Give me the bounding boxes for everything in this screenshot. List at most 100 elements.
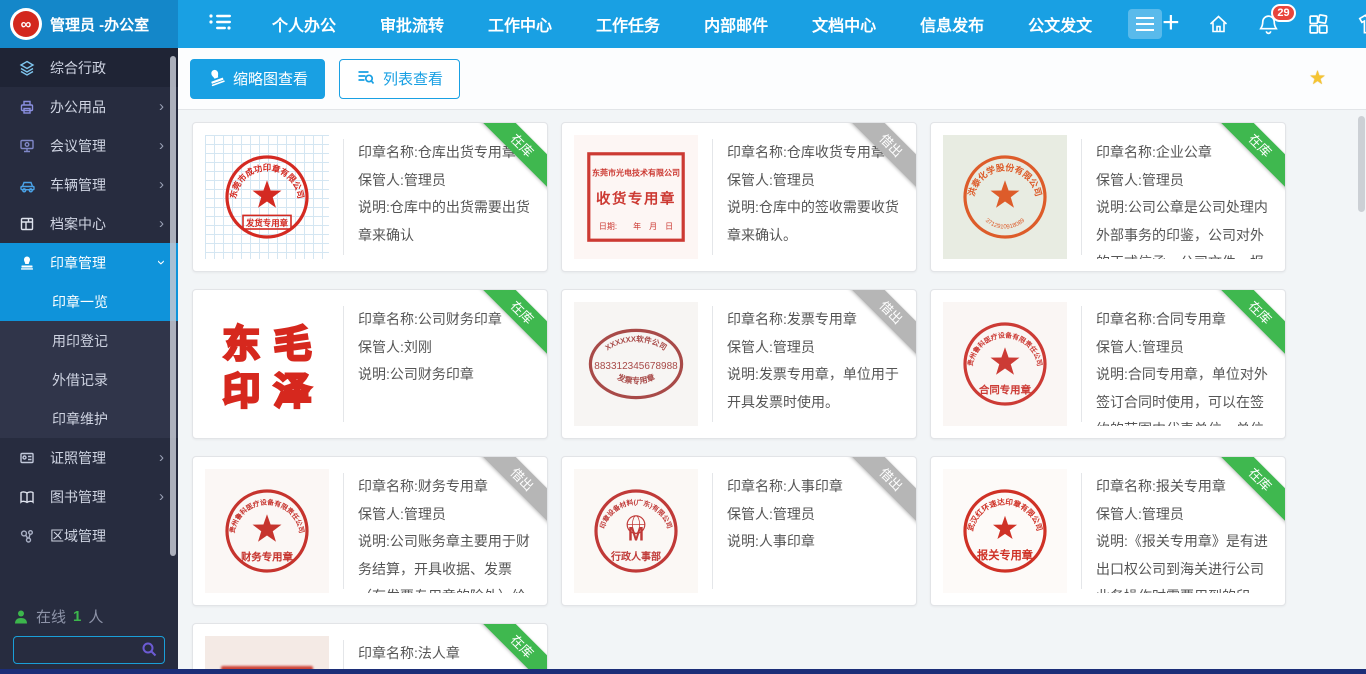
seal-card[interactable]: 印章设备材料(广东)有限公司 M 行政人事部 印章名称:人事印章 保管人:管理员… (561, 456, 917, 606)
apps-grid-icon[interactable] (1307, 13, 1330, 36)
seal-image: 武汉红环速达印章有限公司 报关专用章 (943, 469, 1067, 593)
svg-text:发票专用章: 发票专用章 (615, 371, 656, 385)
sidebar-subitem-lending-records[interactable]: 外借记录 (0, 360, 178, 399)
user-label: 管理员 -办公室 (50, 14, 149, 35)
printer-icon (18, 99, 36, 115)
seal-desc: 说明:《报关专用章》是有进出口权公司到海关进行公司业务操作时需要用到的印章，报关… (1096, 528, 1273, 593)
chevron-right-icon: › (159, 216, 164, 231)
sidebar-item-library[interactable]: 图书管理 › (0, 477, 178, 516)
chevron-right-icon: › (159, 450, 164, 465)
seal-desc: 说明:发票专用章，单位用于开具发票时使用。 (727, 361, 904, 416)
add-icon[interactable]: + (1162, 8, 1180, 38)
seal-keeper: 保管人:管理员 (727, 501, 904, 529)
nav-item-official-doc[interactable]: 公文发文 (1028, 12, 1092, 36)
seal-desc: 说明:合同专用章，单位对外签订合同时使用，可以在签约的范围内代表单位，单位需承受… (1096, 361, 1273, 426)
seal-card[interactable]: 贵州鲁科医疗设备有限责任公司 财务专用章 印章名称:财务专用章 保管人:管理员 … (192, 456, 548, 606)
sidebar-item-general-admin[interactable]: 综合行政 (0, 48, 178, 87)
car-icon (18, 177, 36, 193)
stamp-icon (18, 255, 36, 271)
divider (343, 139, 344, 255)
seal-card[interactable]: XXXXXX软件公司 883312345678988 发票专用章 印章名称:发票… (561, 289, 917, 439)
sidebar-item-office-supplies[interactable]: 办公用品 › (0, 87, 178, 126)
svg-text:发货专用章: 发货专用章 (245, 218, 289, 228)
svg-text:东莞市光电技术有限公司: 东莞市光电技术有限公司 (592, 167, 680, 177)
seal-image: 贵州鲁科医疗设备有限责任公司 合同专用章 (943, 302, 1067, 426)
chevron-right-icon: › (159, 99, 164, 114)
thumbnail-view-label: 缩略图查看 (233, 68, 308, 89)
home-icon[interactable] (1207, 13, 1230, 35)
layers-icon (18, 60, 36, 76)
seal-keeper: 保管人:管理员 (1096, 167, 1273, 195)
logo: ∞ (10, 8, 42, 40)
seal-keeper: 保管人:刘刚 (358, 334, 535, 362)
svg-text:883312345678988: 883312345678988 (594, 361, 678, 372)
sidebar-item-seal-management[interactable]: 印章管理 › (0, 243, 178, 282)
chevron-right-icon: › (159, 489, 164, 504)
nav-item-tasks[interactable]: 工作任务 (596, 12, 660, 36)
brand-area: ∞ 管理员 -办公室 (0, 0, 178, 48)
nav-item-docs[interactable]: 文档中心 (812, 12, 876, 36)
stamp-icon (207, 68, 225, 90)
seal-keeper: 保管人:管理员 (727, 167, 904, 195)
thumbnail-view-button[interactable]: 缩略图查看 (190, 59, 325, 99)
svg-text:3712910918089: 3712910918089 (984, 217, 1027, 230)
meeting-screen-icon (18, 138, 36, 154)
divider (1081, 473, 1082, 589)
seal-card[interactable]: 洪泰化学股份有限公司 3712910918089 印章名称:企业公章 保管人:管… (930, 122, 1286, 272)
seal-card[interactable]: 贵州鲁科医疗设备有限责任公司 合同专用章 印章名称:合同专用章 保管人:管理员 … (930, 289, 1286, 439)
sidebar-subitem-seal-maintenance[interactable]: 印章维护 (0, 399, 178, 438)
sidebar-item-vehicles[interactable]: 车辆管理 › (0, 165, 178, 204)
online-count: 1 (73, 608, 81, 625)
seal-image: 毛 泽 东 印 (205, 302, 329, 426)
nav-item-mail[interactable]: 内部邮件 (704, 12, 768, 36)
content-scrollbar[interactable] (1358, 116, 1365, 212)
logo-glyph: ∞ (13, 11, 39, 37)
svg-text:合同专用章: 合同专用章 (978, 384, 1032, 397)
header-main: 个人办公 审批流转 工作中心 工作任务 内部邮件 文档中心 信息发布 公文发文 … (178, 0, 1366, 48)
sidebar-scrollbar[interactable] (170, 56, 176, 556)
main-nav: 个人办公 审批流转 工作中心 工作任务 内部邮件 文档中心 信息发布 公文发文 (272, 12, 1092, 36)
seal-card[interactable]: 武汉红环速达印章有限公司 报关专用章 印章名称:报关专用章 保管人:管理员 说明… (930, 456, 1286, 606)
sidebar-item-certificates[interactable]: 证照管理 › (0, 438, 178, 477)
sidebar-item-archives[interactable]: 档案中心 › (0, 204, 178, 243)
notifications-bell-icon[interactable]: 29 (1257, 13, 1280, 36)
sidebar-subitem-seal-list[interactable]: 印章一览 (0, 282, 178, 321)
sidebar-item-label: 综合行政 (50, 58, 106, 78)
search-icon[interactable] (141, 641, 158, 663)
seal-card[interactable]: 印章名称:法人章 保管人:管理员 在库 (192, 623, 548, 674)
online-label: 在线 (36, 606, 66, 627)
nav-item-work-center[interactable]: 工作中心 (488, 12, 552, 36)
seal-card[interactable]: 东莞市光电技术有限公司 收货专用章 日期: 年 月 日 印章名称:仓库收货专用章… (561, 122, 917, 272)
favorite-star-icon[interactable]: ★ (1309, 67, 1326, 90)
menu-indent-icon[interactable] (208, 12, 234, 37)
divider (712, 306, 713, 422)
theme-shirt-icon[interactable] (1357, 13, 1366, 35)
archive-box-icon (18, 216, 36, 232)
svg-text:毛: 毛 (274, 323, 312, 365)
list-view-button[interactable]: 列表查看 (339, 59, 460, 99)
hamburger-menu-icon[interactable] (1128, 9, 1162, 39)
nav-item-personal[interactable]: 个人办公 (272, 12, 336, 36)
seal-keeper: 保管人:管理员 (727, 334, 904, 362)
sidebar-subitem-seal-use-register[interactable]: 用印登记 (0, 321, 178, 360)
sidebar-item-label: 档案中心 (50, 214, 106, 234)
divider (1081, 139, 1082, 255)
divider (343, 473, 344, 589)
header-icons: + 29 (1162, 11, 1366, 38)
sidebar-item-meetings[interactable]: 会议管理 › (0, 126, 178, 165)
id-card-icon (18, 450, 36, 466)
top-header: ∞ 管理员 -办公室 个人办公 审批流转 工作中心 工作任务 内部邮件 文档中心… (0, 0, 1366, 48)
divider (712, 473, 713, 589)
svg-text:行政人事部: 行政人事部 (610, 550, 661, 563)
divider (1081, 306, 1082, 422)
seal-card[interactable]: 东莞市成功印章有限公司 发货专用章 印章名称:仓库出货专用章 保管人:管理员 说… (192, 122, 548, 272)
sidebar-subitem-label: 外借记录 (52, 370, 108, 390)
sidebar-item-label: 图书管理 (50, 487, 106, 507)
nav-item-info[interactable]: 信息发布 (920, 12, 984, 36)
sidebar-item-regions[interactable]: 区域管理 (0, 516, 178, 555)
svg-text:东: 东 (223, 323, 261, 365)
nav-item-approval[interactable]: 审批流转 (380, 12, 444, 36)
sidebar-item-label: 车辆管理 (50, 175, 106, 195)
seal-card[interactable]: 毛 泽 东 印 印章名称:公司财务印章 保管人:刘刚 说明:公司财务印章 在库 (192, 289, 548, 439)
content-area: 缩略图查看 列表查看 ★ 东莞市成功印章有限公司 发货专用章 印 (178, 48, 1366, 674)
